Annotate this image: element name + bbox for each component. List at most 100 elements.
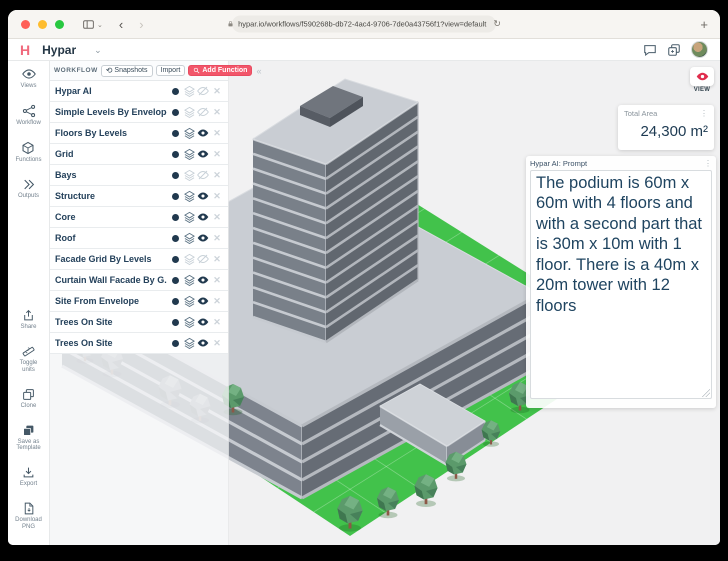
function-row[interactable]: Facade Grid By Levels ✕ (50, 249, 228, 270)
layers-icon[interactable] (183, 106, 195, 118)
function-row[interactable]: Bays ✕ (50, 165, 228, 186)
sidebar-item-save-as-template[interactable]: Save as Template (12, 424, 46, 453)
layers-icon[interactable] (183, 274, 195, 286)
visibility-eye-icon[interactable] (197, 211, 209, 223)
remove-function-icon[interactable]: ✕ (211, 190, 223, 202)
remove-function-icon[interactable]: ✕ (211, 106, 223, 118)
layers-icon[interactable] (183, 190, 195, 202)
layers-icon[interactable] (183, 295, 195, 307)
function-enabled-dot[interactable] (169, 169, 181, 181)
view-settings-button[interactable]: VIEW (690, 67, 714, 93)
new-tab-button[interactable]: + (700, 17, 708, 32)
remove-function-icon[interactable]: ✕ (211, 148, 223, 160)
sidebar-toggle-icon[interactable] (82, 18, 95, 31)
function-enabled-dot[interactable] (169, 295, 181, 307)
function-enabled-dot[interactable] (169, 211, 181, 223)
minimize-window-button[interactable] (38, 19, 47, 29)
function-enabled-dot[interactable] (169, 190, 181, 202)
sidebar-item-outputs[interactable]: Outputs (18, 178, 39, 200)
remove-function-icon[interactable]: ✕ (211, 232, 223, 244)
visibility-eye-icon[interactable] (197, 127, 209, 139)
function-enabled-dot[interactable] (169, 85, 181, 97)
3d-canvas: WORKFLOW ⟲ Snapshots Import Add Function … (50, 61, 720, 545)
address-bar[interactable]: hypar.io/workflows/f590268b-db72-4ac4-97… (232, 15, 501, 33)
zoom-window-button[interactable] (55, 19, 64, 29)
visibility-eye-icon[interactable] (197, 316, 209, 328)
forward-button[interactable]: › (139, 17, 143, 32)
remove-function-icon[interactable]: ✕ (211, 316, 223, 328)
visibility-eye-slash-icon[interactable] (197, 85, 209, 97)
visibility-eye-icon[interactable] (197, 232, 209, 244)
remove-function-icon[interactable]: ✕ (211, 253, 223, 265)
visibility-eye-icon[interactable] (197, 190, 209, 202)
function-row[interactable]: Trees On Site ✕ (50, 312, 228, 333)
close-window-button[interactable] (21, 19, 30, 29)
title-dropdown-chevron-icon[interactable]: ⌄ (94, 45, 102, 56)
function-row[interactable]: Grid ✕ (50, 144, 228, 165)
remove-function-icon[interactable]: ✕ (211, 127, 223, 139)
function-enabled-dot[interactable] (169, 274, 181, 286)
function-row[interactable]: Core ✕ (50, 207, 228, 228)
remove-function-icon[interactable]: ✕ (211, 337, 223, 349)
kebab-menu-icon[interactable]: ⋮ (700, 109, 708, 118)
layers-icon[interactable] (183, 232, 195, 244)
visibility-eye-slash-icon[interactable] (197, 169, 209, 181)
kebab-menu-icon[interactable]: ⋮ (704, 159, 712, 168)
prompt-textarea[interactable]: The podium is 60m x 60m with 4 floors an… (530, 170, 712, 399)
layers-icon[interactable] (183, 169, 195, 181)
pages-icon[interactable] (667, 43, 681, 57)
function-enabled-dot[interactable] (169, 148, 181, 160)
layers-icon[interactable] (183, 211, 195, 223)
function-row[interactable]: Floors By Levels ✕ (50, 123, 228, 144)
layers-icon[interactable] (183, 337, 195, 349)
snapshots-button[interactable]: ⟲ Snapshots (100, 64, 153, 77)
layers-icon[interactable] (183, 85, 195, 97)
function-row[interactable]: Roof ✕ (50, 228, 228, 249)
visibility-eye-icon[interactable] (197, 295, 209, 307)
refresh-icon[interactable]: ↻ (493, 19, 501, 30)
sidebar-item-functions[interactable]: Functions (15, 141, 42, 164)
function-enabled-dot[interactable] (169, 232, 181, 244)
comments-icon[interactable] (643, 43, 657, 57)
sidebar-item-download-png[interactable]: Download PNG (12, 502, 46, 531)
function-row[interactable]: Structure ✕ (50, 186, 228, 207)
function-row[interactable]: Site From Envelope ✕ (50, 291, 228, 312)
function-enabled-dot[interactable] (169, 127, 181, 139)
layers-icon[interactable] (183, 148, 195, 160)
chevron-down-icon[interactable]: ⌄ (97, 21, 103, 29)
import-button[interactable]: Import (155, 65, 186, 76)
remove-function-icon[interactable]: ✕ (211, 85, 223, 97)
visibility-eye-icon[interactable] (197, 274, 209, 286)
sidebar-item-toggle-units[interactable]: Toggle units (14, 345, 44, 374)
sidebar-item-views[interactable]: Views (21, 67, 36, 90)
function-row[interactable]: Curtain Wall Facade By G... ✕ (50, 270, 228, 291)
remove-function-icon[interactable]: ✕ (211, 211, 223, 223)
function-row[interactable]: Hypar AI ✕ (50, 81, 228, 102)
layers-icon[interactable] (183, 127, 195, 139)
sidebar-item-export[interactable]: Export (20, 466, 37, 488)
visibility-eye-icon[interactable] (197, 337, 209, 349)
sidebar-item-clone[interactable]: Clone (21, 388, 36, 410)
function-row[interactable]: Trees On Site ✕ (50, 333, 228, 354)
function-enabled-dot[interactable] (169, 253, 181, 265)
visibility-eye-icon[interactable] (197, 148, 209, 160)
collapse-panel-icon[interactable]: « (256, 66, 261, 76)
user-avatar[interactable] (691, 41, 708, 58)
layers-icon[interactable] (183, 316, 195, 328)
sidebar-item-workflow[interactable]: Workflow (16, 104, 41, 127)
remove-function-icon[interactable]: ✕ (211, 169, 223, 181)
add-function-button[interactable]: Add Function (188, 65, 253, 76)
function-enabled-dot[interactable] (169, 337, 181, 349)
function-row[interactable]: Simple Levels By Envelope ✕ (50, 102, 228, 123)
remove-function-icon[interactable]: ✕ (211, 274, 223, 286)
function-enabled-dot[interactable] (169, 316, 181, 328)
visibility-eye-slash-icon[interactable] (197, 106, 209, 118)
remove-function-icon[interactable]: ✕ (211, 295, 223, 307)
function-name: Core (55, 212, 76, 222)
function-enabled-dot[interactable] (169, 106, 181, 118)
layers-icon[interactable] (183, 253, 195, 265)
visibility-eye-slash-icon[interactable] (197, 253, 209, 265)
back-button[interactable]: ‹ (119, 17, 123, 32)
sidebar-item-share[interactable]: Share (20, 309, 37, 331)
hypar-logo[interactable]: H (20, 42, 30, 58)
